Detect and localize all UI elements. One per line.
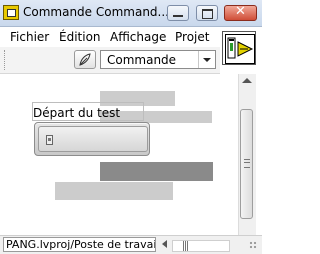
maximize-button[interactable] [196,5,218,21]
horizontal-scrollbar[interactable] [160,238,240,252]
resize-grip-icon[interactable] [245,237,259,251]
vertical-scrollbar[interactable] [238,74,256,235]
front-panel[interactable]: Départ du test [0,74,238,235]
menu-affichage[interactable]: Affichage [110,30,166,44]
placeholder-bar [55,182,173,200]
minimize-button[interactable] [167,5,189,21]
toolbar-grip [4,50,11,70]
labview-vi-icon [3,5,19,20]
status-bar: PANG.lvproj/Poste de travail [0,235,262,254]
grip-icon [244,159,250,168]
toolbar: Commande [0,47,220,74]
vi-connector-icon[interactable] [222,31,256,65]
grip-icon [183,241,184,251]
menu-projet[interactable]: Projet [175,30,209,44]
chevron-down-icon[interactable] [198,51,215,68]
h-scroll-thumb[interactable] [172,240,230,252]
dark-placeholder-bar [100,162,213,181]
leaf-icon-button[interactable] [74,50,96,69]
project-path: PANG.lvproj/Poste de travail [3,237,156,252]
menu-fichier[interactable]: Fichier [10,30,49,44]
title-bar: Commande Command... ✕ [0,0,262,27]
menu-bar: Fichier Édition Affichage Projet [0,27,220,47]
close-icon: ✕ [235,4,246,19]
connector-pane-icon [225,34,255,64]
leaf-icon [79,53,91,66]
button-face [38,126,148,152]
window-title: Commande Command... [23,5,169,19]
scroll-up-icon[interactable] [242,78,252,83]
control-label: Départ du test [33,106,121,120]
depart-test-button[interactable] [34,122,150,156]
close-button[interactable]: ✕ [224,4,257,21]
menu-edition[interactable]: Édition [59,30,101,44]
mode-select[interactable]: Commande [100,50,216,69]
led-indicator-icon [46,135,53,145]
scroll-thumb[interactable] [240,109,253,219]
scroll-left-icon[interactable] [162,240,167,248]
mode-select-value: Commande [107,53,177,67]
placeholder-bar [150,127,238,149]
